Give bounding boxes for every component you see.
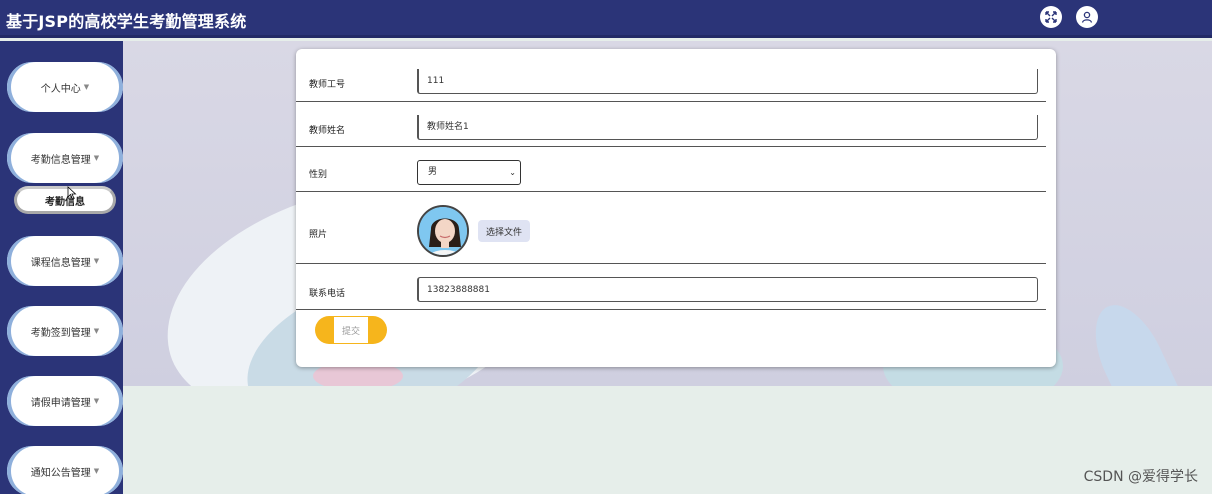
sidebar-item-course-info[interactable]: 课程信息管理 ▼ bbox=[7, 236, 123, 286]
caret-down-icon: ▼ bbox=[83, 83, 90, 91]
form-row-phone: 联系电话 13823888881 bbox=[296, 264, 1046, 310]
avatar bbox=[417, 205, 469, 257]
sidebar-item-notice[interactable]: 通知公告管理 ▼ bbox=[7, 446, 123, 494]
teacher-id-input[interactable]: 111 bbox=[417, 69, 1038, 94]
gender-value: 男 bbox=[428, 167, 438, 177]
sidebar-item-label: 考勤信息管理 bbox=[30, 154, 91, 166]
chevron-down-icon: ⌄ bbox=[509, 168, 516, 177]
decorative-leaf bbox=[1080, 293, 1186, 386]
app-title: 基于JSP的高校学生考勤管理系统 bbox=[6, 12, 247, 31]
caret-down-icon: ▼ bbox=[93, 467, 100, 475]
sidebar-item-leave[interactable]: 请假申请管理 ▼ bbox=[7, 376, 123, 426]
sidebar-item-personal-center[interactable]: 个人中心 ▼ bbox=[7, 62, 123, 112]
phone-label: 联系电话 bbox=[309, 289, 346, 299]
sidebar-item-label: 通知公告管理 bbox=[30, 467, 91, 479]
submenu-item-attendance[interactable]: 考勤信息 bbox=[14, 186, 116, 214]
gender-select[interactable]: 男 ⌄ bbox=[417, 160, 521, 185]
lower-background bbox=[123, 386, 1212, 494]
choose-file-button[interactable]: 选择文件 bbox=[478, 220, 530, 242]
user-icon[interactable] bbox=[1076, 6, 1098, 28]
sidebar-item-label: 个人中心 bbox=[40, 83, 81, 95]
photo-label: 照片 bbox=[309, 230, 328, 240]
form-row-gender: 性别 男 ⌄ bbox=[296, 147, 1046, 192]
sidebar-item-label: 请假申请管理 bbox=[30, 397, 91, 409]
gender-label: 性别 bbox=[309, 170, 328, 180]
teacher-id-label: 教师工号 bbox=[309, 80, 346, 90]
mouse-cursor-icon bbox=[67, 186, 77, 200]
teacher-name-input[interactable]: 教师姓名1 bbox=[417, 115, 1038, 140]
teacher-name-label: 教师姓名 bbox=[309, 126, 346, 136]
caret-down-icon: ▼ bbox=[93, 397, 100, 405]
sidebar-item-checkin[interactable]: 考勤签到管理 ▼ bbox=[7, 306, 123, 356]
caret-down-icon: ▼ bbox=[93, 154, 100, 162]
sidebar-item-label: 课程信息管理 bbox=[30, 257, 91, 269]
fullscreen-icon[interactable] bbox=[1040, 6, 1062, 28]
caret-down-icon: ▼ bbox=[93, 327, 100, 335]
phone-input[interactable]: 13823888881 bbox=[417, 277, 1038, 302]
form-row-photo: 照片 选择文件 bbox=[296, 192, 1046, 264]
submit-button-label: 提交 bbox=[334, 317, 368, 343]
form-row-teacher-name: 教师姓名 教师姓名1 bbox=[296, 102, 1046, 147]
caret-down-icon: ▼ bbox=[93, 257, 100, 265]
sidebar: 个人中心 ▼ 考勤信息管理 ▼ 考勤信息 课程信息管理 ▼ 考勤签到管理 ▼ 请假申请管… bbox=[0, 41, 123, 494]
teacher-form: 教师工号 111 教师姓名 教师姓名1 性别 男 ⌄ 照片 选择文件 联系电话 … bbox=[296, 49, 1056, 367]
form-row-teacher-id: 教师工号 111 bbox=[296, 49, 1046, 102]
sidebar-item-attendance-info[interactable]: 考勤信息管理 ▼ bbox=[7, 133, 123, 183]
submit-button[interactable]: 提交 bbox=[315, 316, 387, 344]
sidebar-item-label: 考勤签到管理 bbox=[30, 327, 91, 339]
watermark: CSDN @爱得学长 bbox=[1083, 469, 1198, 485]
app-header: 基于JSP的高校学生考勤管理系统 bbox=[0, 0, 1212, 38]
